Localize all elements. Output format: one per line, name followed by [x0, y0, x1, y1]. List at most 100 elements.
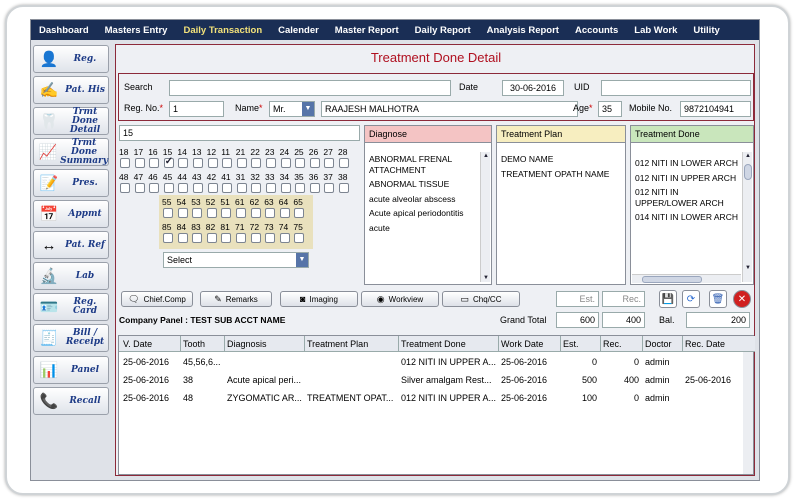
treatment-done-hscrollbar[interactable]: [632, 274, 741, 283]
search-input[interactable]: [169, 80, 451, 96]
tooth-checkbox-52[interactable]: [206, 208, 217, 218]
tooth-checkbox-38[interactable]: [339, 183, 349, 193]
list-item[interactable]: TREATMENT OPATH NAME: [501, 169, 611, 180]
list-item[interactable]: DEMO NAME: [501, 154, 611, 165]
tooth-checkbox-82[interactable]: [206, 233, 217, 243]
tooth-checkbox-65[interactable]: [294, 208, 305, 218]
tooth-checkbox-26[interactable]: [309, 158, 320, 168]
treatment-done-scrollbar[interactable]: ▲ ▼: [742, 152, 752, 282]
column-header[interactable]: Doctor: [645, 339, 672, 349]
tooth-checkbox-32[interactable]: [251, 183, 262, 193]
nav-analysis-report[interactable]: Analysis Report: [479, 25, 567, 36]
tooth-checkbox-36[interactable]: [309, 183, 320, 193]
sidebar-item-trmt-done-summary[interactable]: 📈 Trmt Done Summary: [33, 138, 109, 166]
imaging-button[interactable]: ◙ Imaging: [280, 291, 358, 307]
tooth-checkbox-35[interactable]: [295, 183, 306, 193]
column-header[interactable]: Tooth: [183, 339, 205, 349]
tooth-checkbox-47[interactable]: [134, 183, 145, 193]
column-header[interactable]: V. Date: [123, 339, 152, 349]
tooth-checkbox-53[interactable]: [192, 208, 203, 218]
tooth-checkbox-42[interactable]: [207, 183, 218, 193]
nav-accounts[interactable]: Accounts: [567, 25, 626, 36]
list-item[interactable]: Acute apical periodontitis: [369, 208, 477, 219]
column-header[interactable]: Treatment Done: [401, 339, 466, 349]
table-row[interactable]: 25-06-2016 45,56,6... 012 NITI IN UPPER A.…: [119, 353, 745, 371]
tooth-checkbox-13[interactable]: [193, 158, 203, 168]
sidebar-item-reg-card[interactable]: 🪪 Reg. Card: [33, 293, 109, 321]
nav-dashboard[interactable]: Dashboard: [31, 25, 97, 36]
close-icon[interactable]: ✕: [733, 290, 751, 308]
table-row[interactable]: 25-06-2016 38 Acute apical peri... Silver a…: [119, 371, 745, 389]
tooth-checkbox-55[interactable]: [163, 208, 173, 218]
tooth-checkbox-45[interactable]: [163, 183, 174, 193]
tooth-checkbox-17[interactable]: [134, 158, 145, 168]
tooth-select-dropdown[interactable]: Select ▼: [163, 252, 309, 268]
tooth-checkbox-23[interactable]: [266, 158, 276, 168]
sidebar-item-appmt[interactable]: 📅 Appmt: [33, 200, 109, 228]
workview-button[interactable]: ◉ Workview: [361, 291, 439, 307]
tooth-checkbox-83[interactable]: [192, 233, 203, 243]
tooth-checkbox-61[interactable]: [236, 208, 246, 218]
tooth-checkbox-81[interactable]: [221, 233, 232, 243]
tooth-checkbox-11[interactable]: [222, 158, 233, 168]
nav-master-report[interactable]: Master Report: [327, 25, 407, 36]
sidebar-item-lab[interactable]: 🔬 Lab: [33, 262, 109, 290]
tooth-checkbox-34[interactable]: [280, 183, 291, 193]
list-item[interactable]: 012 NITI IN LOWER ARCH: [635, 158, 739, 169]
tooth-checkbox-75[interactable]: [294, 233, 305, 243]
sidebar-item-pres[interactable]: 📝 Pres.: [33, 169, 109, 197]
remarks-button[interactable]: ✎ Remarks: [200, 291, 272, 307]
save-icon[interactable]: 💾: [659, 290, 677, 308]
tooth-checkbox-16[interactable]: [149, 158, 160, 168]
tooth-checkbox-46[interactable]: [149, 183, 160, 193]
table-scrollbar[interactable]: [743, 352, 753, 474]
table-row[interactable]: 25-06-2016 48 ZYGOMATIC AR... TREATMENT OPA…: [119, 389, 745, 407]
sidebar-item-reg[interactable]: 👤 Reg.: [33, 45, 109, 73]
cheque-button[interactable]: ▭ Chq/CC: [442, 291, 520, 307]
tooth-checkbox-15[interactable]: [163, 156, 174, 168]
column-header[interactable]: Rec.: [603, 339, 622, 349]
name-input[interactable]: RAAJESH MALHOTRA: [321, 101, 578, 117]
tooth-checkbox-25[interactable]: [295, 158, 306, 168]
scroll-thumb[interactable]: [744, 164, 752, 180]
uid-input[interactable]: [601, 80, 751, 96]
list-item[interactable]: ABNORMAL FRENAL ATTACHMENT: [369, 154, 477, 175]
tooth-checkbox-27[interactable]: [324, 158, 335, 168]
nav-daily-transaction[interactable]: Daily Transaction: [175, 25, 270, 36]
sidebar-item-panel[interactable]: 📊 Panel: [33, 356, 109, 384]
diagnose-scrollbar[interactable]: ▲ ▼: [480, 152, 490, 282]
delete-icon[interactable]: 🗑: [709, 290, 727, 308]
tooth-checkbox-43[interactable]: [193, 183, 203, 193]
list-item[interactable]: 012 NITI IN UPPER/LOWER ARCH: [635, 187, 739, 208]
tooth-checkbox-12[interactable]: [207, 158, 218, 168]
tooth-checkbox-54[interactable]: [177, 208, 188, 218]
tooth-checkbox-62[interactable]: [250, 208, 261, 218]
sidebar-item-pat-his[interactable]: ✍ Pat. His: [33, 76, 109, 104]
list-item[interactable]: 014 NITI IN LOWER ARCH: [635, 212, 739, 223]
column-header[interactable]: Work Date: [501, 339, 543, 349]
tooth-checkbox-74[interactable]: [279, 233, 290, 243]
tooth-checkbox-37[interactable]: [324, 183, 335, 193]
sidebar-item-recall[interactable]: 📞 Recall: [33, 387, 109, 415]
tooth-checkbox-48[interactable]: [120, 183, 130, 193]
list-item[interactable]: acute alveolar abscess: [369, 194, 477, 205]
tooth-checkbox-41[interactable]: [222, 183, 233, 193]
salutation-select[interactable]: Mr. ▼: [269, 101, 315, 117]
tooth-checkbox-18[interactable]: [120, 158, 130, 168]
column-header[interactable]: Diagnosis: [227, 339, 267, 349]
tooth-checkbox-21[interactable]: [236, 158, 247, 168]
list-item[interactable]: 012 NITI IN UPPER ARCH: [635, 173, 739, 184]
tooth-checkbox-63[interactable]: [265, 208, 276, 218]
column-header[interactable]: Rec. Date: [685, 339, 725, 349]
tooth-checkbox-22[interactable]: [251, 158, 262, 168]
tooth-selection-input[interactable]: 15: [119, 125, 360, 141]
date-field[interactable]: 30-06-2016: [502, 80, 564, 96]
chief-complaint-button[interactable]: 🗨 Chief.Comp: [121, 291, 193, 307]
tooth-checkbox-84[interactable]: [177, 233, 188, 243]
received-input[interactable]: Rec.: [602, 291, 645, 307]
tooth-checkbox-73[interactable]: [265, 233, 276, 243]
mobile-input[interactable]: 9872104941: [680, 101, 751, 117]
nav-daily-report[interactable]: Daily Report: [407, 25, 479, 36]
column-header[interactable]: Treatment Plan: [307, 339, 368, 349]
sidebar-item-trmt-done-detail[interactable]: 🦷 Trmt Done Detail: [33, 107, 109, 135]
